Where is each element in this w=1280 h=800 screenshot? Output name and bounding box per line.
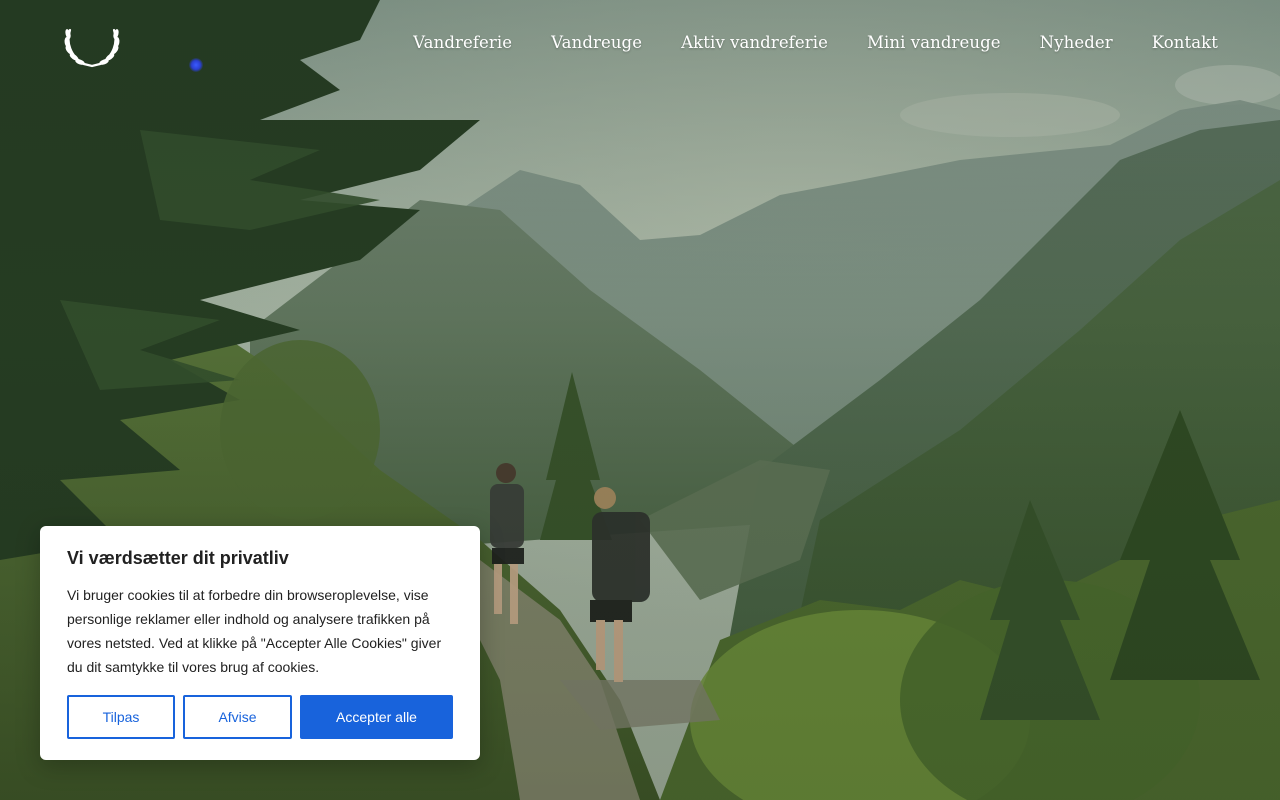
cookie-description: Vi bruger cookies til at forbedre din br… [67, 587, 442, 675]
main-nav: Vandreferie Vandreuge Aktiv vandreferie … [413, 33, 1218, 52]
nav-item-kontakt[interactable]: Kontakt [1152, 33, 1218, 52]
nav-item-vandreferie[interactable]: Vandreferie [413, 33, 512, 52]
cookie-button-row: Tilpas Afvise Accepter alle [67, 695, 453, 739]
nav-item-nyheder[interactable]: Nyheder [1040, 33, 1113, 52]
accept-all-button[interactable]: Accepter alle [300, 695, 453, 739]
floating-dot [189, 58, 203, 72]
nav-item-aktiv-vandreferie[interactable]: Aktiv vandreferie [681, 33, 828, 52]
cookie-title: Vi værdsætter dit privatliv [67, 548, 289, 568]
site-logo[interactable] [62, 24, 122, 70]
reject-button[interactable]: Afvise [183, 695, 292, 739]
nav-item-mini-vandreuge[interactable]: Mini vandreuge [867, 33, 1001, 52]
laurel-wreath-icon [64, 28, 120, 68]
nav-item-vandreuge[interactable]: Vandreuge [551, 33, 642, 52]
customize-button[interactable]: Tilpas [67, 695, 175, 739]
cookie-consent-banner: Vi værdsætter dit privatliv Vi bruger co… [40, 526, 480, 760]
site-header: Vandreferie Vandreuge Aktiv vandreferie … [0, 0, 1280, 92]
